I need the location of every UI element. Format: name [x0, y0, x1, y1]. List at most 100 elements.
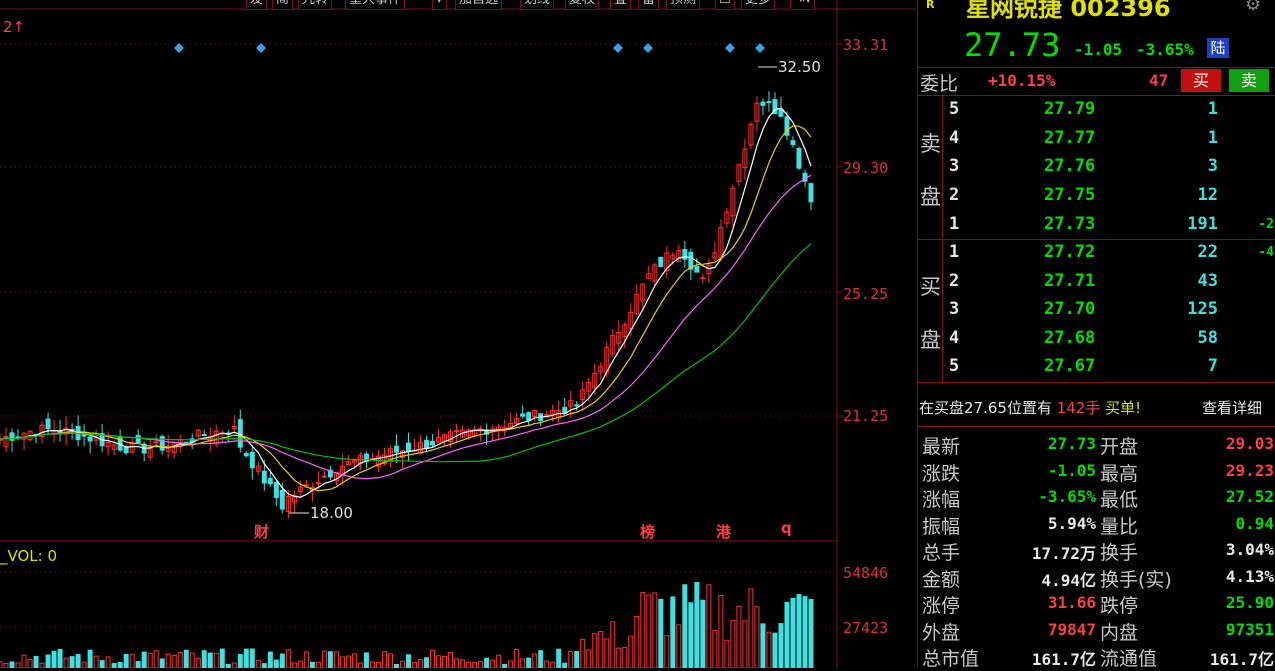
sell-button[interactable]: 卖 — [1229, 69, 1269, 92]
volume-bar — [219, 648, 225, 668]
stat-label: 外盘 — [922, 621, 961, 644]
gear-icon[interactable]: ⚙ — [1245, 0, 1261, 15]
toolbar-button[interactable]: 重大事件 — [345, 0, 406, 10]
stat-row: 涨停 31.66 跌停 25.90 — [918, 591, 1275, 617]
bid-row-4[interactable]: 4 27.68 58 — [918, 326, 1275, 355]
volume-bar — [760, 623, 766, 668]
volume-bar — [399, 660, 405, 668]
draw-line-button[interactable]: 划线 — [520, 0, 555, 10]
volume-bar — [153, 650, 159, 668]
toolbar-button[interactable]: 九转 — [298, 0, 333, 10]
toolbar-dropdown-button[interactable]: ▾ — [432, 0, 447, 10]
level: 3 — [949, 299, 960, 319]
volume-bar — [123, 653, 129, 668]
event-mark-rank[interactable]: 榜 — [640, 521, 655, 542]
volume-title: _VOL: 0 — [0, 547, 58, 565]
ask-row-4[interactable]: 4 27.77 1 — [918, 126, 1275, 155]
ask-row-2[interactable]: 2 27.75 12 — [918, 183, 1275, 212]
bid-row-5[interactable]: 5 27.67 7 — [918, 354, 1275, 383]
volume-bar — [0, 661, 3, 668]
volume-bar — [424, 657, 430, 668]
event-mark-hk[interactable]: 港 — [716, 521, 731, 542]
stat-value: -1.05 — [1047, 460, 1096, 480]
volume-bar — [111, 662, 117, 668]
volume-bar — [303, 651, 309, 668]
stat-value: 29.03 — [1225, 434, 1274, 453]
volume-bar — [189, 652, 195, 668]
stat-label: 总市值 — [922, 648, 980, 670]
volume-bar — [297, 660, 303, 668]
event-diamond-icon — [755, 43, 765, 53]
level: 2 — [949, 271, 960, 291]
volume-bar — [327, 651, 333, 668]
bid-volume: 7 — [1207, 356, 1218, 376]
volume-bar — [544, 660, 550, 668]
stat-label: 内盘 — [1100, 621, 1139, 644]
forecast-button[interactable]: 预测 — [666, 0, 701, 10]
volume-bar — [141, 651, 147, 668]
bid-row-1[interactable]: 1 27.72 22 -4 — [918, 240, 1275, 269]
volume-bar — [772, 632, 778, 668]
volume-bar — [604, 638, 610, 668]
quote-panel: R 星网锐捷 002396 ⚙ 27.73 -1.05 -3.65% 陆 委比 … — [917, 0, 1275, 670]
bid-price: 27.70 — [1044, 299, 1096, 319]
toolbar-button[interactable]: 发 — [246, 0, 268, 10]
high-marker-label: 32.50 — [778, 58, 821, 76]
overlay-button[interactable]: 叠 — [610, 0, 632, 10]
bid-row-2[interactable]: 2 27.71 43 — [918, 269, 1275, 298]
stat-label: 开盘 — [1100, 436, 1139, 458]
volume-bar — [285, 649, 291, 668]
volume-bar — [664, 635, 670, 668]
volume-bar — [670, 596, 676, 668]
volume-bar — [351, 653, 357, 668]
volume-bar — [460, 659, 466, 668]
volume-bar — [45, 654, 51, 668]
volume-bar — [526, 657, 532, 668]
ask-row-3[interactable]: 3 27.76 3 — [918, 154, 1275, 183]
volume-bar — [147, 652, 153, 668]
buy-button[interactable]: 买 — [1181, 69, 1221, 92]
level: 1 — [949, 242, 960, 262]
volume-bar — [658, 598, 664, 668]
ask-row-5[interactable]: 5 27.79 1 — [918, 97, 1275, 126]
more-button[interactable]: 更多 — [741, 0, 776, 10]
volume-axis-label: 27423 — [843, 619, 889, 637]
toolbar-button[interactable]: 简 — [272, 0, 294, 10]
volume-bar — [27, 658, 33, 668]
keep-button[interactable]: 留 — [638, 0, 660, 10]
stat-value: 3.04% — [1225, 540, 1274, 559]
event-mark-finance[interactable]: 财 — [254, 521, 269, 542]
stat-row: 涨跌 -1.05 最高 29.23 — [918, 459, 1275, 485]
volume-bar — [363, 652, 369, 668]
volume-bar — [532, 653, 538, 668]
bid-row-3[interactable]: 3 27.70 125 — [918, 297, 1275, 326]
box-button[interactable]: ☐ — [715, 0, 735, 10]
volume-bar — [279, 653, 285, 668]
kline-svg[interactable] — [0, 0, 916, 668]
volume-axis-label: 54846 — [843, 564, 889, 582]
volume-bar — [436, 655, 442, 668]
candle-body — [315, 482, 321, 485]
volume-bar — [105, 656, 111, 668]
volume-bar — [87, 649, 93, 668]
weicha-value: 47 — [1149, 71, 1169, 90]
stat-label: 总手 — [922, 542, 961, 564]
volume-bar — [646, 594, 652, 668]
candle-body — [279, 489, 285, 510]
add-watchlist-button[interactable]: 加自选 — [455, 0, 503, 10]
adjust-button[interactable]: 复权 — [565, 0, 600, 10]
bid-notice[interactable]: 在买盘27.65位置有 142手 买单! — [919, 397, 1141, 418]
stat-value: 79847 — [1047, 619, 1096, 639]
expand-icon[interactable]: ⇥▾ — [790, 0, 816, 10]
volume-bar — [496, 654, 502, 668]
kline-chart[interactable]: 2↑ 33.31 29.30 25.25 21.25 32.50 18.00 财… — [0, 0, 916, 668]
volume-bar — [321, 650, 327, 668]
ask-price: 27.76 — [1044, 156, 1096, 176]
volume-bar — [3, 662, 9, 668]
view-detail-link[interactable]: 查看详细 — [1202, 397, 1262, 418]
candle-body — [790, 140, 796, 146]
candle-body — [766, 101, 772, 104]
ask-row-1[interactable]: 1 27.73 191 -2 — [918, 212, 1275, 241]
event-mark-q[interactable]: q — [781, 519, 792, 537]
volume-bar — [640, 592, 646, 668]
